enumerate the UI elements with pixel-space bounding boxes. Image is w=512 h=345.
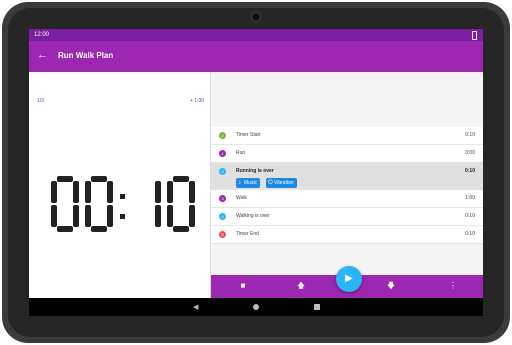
add-minute-button[interactable]: + 1:00	[190, 98, 204, 104]
step-row[interactable]: 5 Timer End 0:10	[211, 226, 483, 244]
timer-panel: 1/3 + 1:00	[29, 72, 211, 298]
timer-display	[51, 176, 195, 236]
step-duration: 0:10	[465, 132, 475, 138]
android-nav-bar: ◀	[29, 298, 483, 316]
step-duration: 1:00	[465, 195, 475, 201]
steps-panel: 0 Timer Start 0:10 1 Run 3:00 2 Running is over…	[211, 72, 483, 298]
digit-segment	[173, 226, 189, 232]
back-arrow-icon[interactable]: ←	[37, 49, 48, 61]
music-chip[interactable]: ♪ Music	[236, 178, 261, 188]
step-name: Timer End	[236, 231, 259, 237]
step-index-badge: 4	[219, 213, 226, 220]
digit-segment	[57, 226, 73, 232]
battery-icon	[472, 31, 477, 40]
nav-home-icon[interactable]	[253, 304, 259, 310]
page-title: Run Walk Plan	[58, 51, 114, 60]
chip-label: Vibration	[274, 180, 294, 186]
step-name: Timer Start	[236, 132, 261, 138]
digit-segment	[85, 205, 91, 227]
step-row[interactable]: 3 Walk 1:00	[211, 190, 483, 208]
digit-segment	[73, 181, 79, 203]
more-vert-icon[interactable]: ⋮	[447, 280, 459, 292]
device-screen: 12:00 ← Run Walk Plan 1/3 + 1:00 0 Timer …	[29, 29, 483, 316]
digit-segment	[107, 181, 113, 203]
step-name: Running is over	[236, 168, 274, 174]
play-icon: ▶	[345, 273, 353, 284]
digit-segment	[73, 205, 79, 227]
timer-digit	[85, 176, 113, 232]
stop-icon[interactable]: ■	[237, 280, 249, 292]
digit-segment	[107, 205, 113, 227]
step-duration: 0:10	[465, 213, 475, 219]
digit-segment	[167, 181, 173, 203]
digit-segment	[51, 205, 57, 227]
step-index-badge: 3	[219, 195, 226, 202]
nav-back-icon[interactable]: ◀	[193, 303, 198, 311]
step-duration: 0:10	[464, 168, 475, 174]
digit-segment	[91, 176, 107, 182]
step-row[interactable]: 4 Walking is over 0:10	[211, 208, 483, 226]
step-index-badge: 5	[219, 231, 226, 238]
digit-segment	[189, 205, 195, 227]
arrow-up-icon[interactable]: 🡅	[295, 280, 307, 292]
digit-segment	[167, 205, 173, 227]
vibration-chip[interactable]: ⭘ Vibration	[266, 178, 297, 188]
timer-colon	[120, 214, 125, 219]
step-duration: 0:10	[465, 231, 475, 237]
front-camera	[252, 13, 260, 21]
vibration-icon: ⭘	[268, 180, 273, 186]
step-name: Run	[236, 150, 246, 156]
timer-colon	[120, 194, 125, 199]
digit-segment	[173, 176, 189, 182]
digit-segment	[57, 176, 73, 182]
arrow-down-icon[interactable]: 🡇	[385, 280, 397, 292]
step-name: Walking is over	[236, 213, 270, 219]
step-row[interactable]: 2 Running is over 0:10 ♪ Music ⭘ Vibration	[211, 163, 483, 190]
app-bar: ← Run Walk Plan	[29, 41, 483, 72]
digit-segment	[155, 205, 161, 227]
digit-segment	[91, 226, 107, 232]
step-index-badge: 0	[219, 132, 226, 139]
steps-header-space	[211, 72, 483, 127]
step-row[interactable]: 1 Run 3:00	[211, 145, 483, 163]
step-counter: 1/3	[37, 98, 44, 104]
step-name: Walk	[236, 195, 247, 201]
digit-segment	[155, 181, 161, 203]
tablet-frame: 12:00 ← Run Walk Plan 1/3 + 1:00 0 Timer …	[0, 0, 512, 345]
chip-label: Music	[244, 180, 258, 186]
nav-recents-icon[interactable]	[314, 304, 320, 310]
digit-segment	[189, 181, 195, 203]
digit-segment	[51, 181, 57, 203]
step-index-badge: 2	[219, 168, 226, 175]
step-duration: 3:00	[465, 150, 475, 156]
status-bar: 12:00	[29, 29, 483, 41]
play-button[interactable]: ▶	[336, 266, 362, 292]
timer-digit	[133, 176, 161, 232]
step-row[interactable]: 0 Timer Start 0:10	[211, 127, 483, 145]
steps-list: 0 Timer Start 0:10 1 Run 3:00 2 Running is over…	[211, 127, 483, 244]
timer-digit	[51, 176, 79, 232]
status-time: 12:00	[34, 32, 50, 38]
step-index-badge: 1	[219, 150, 226, 157]
timer-digit	[167, 176, 195, 232]
music-icon: ♪	[238, 180, 241, 186]
digit-segment	[85, 181, 91, 203]
